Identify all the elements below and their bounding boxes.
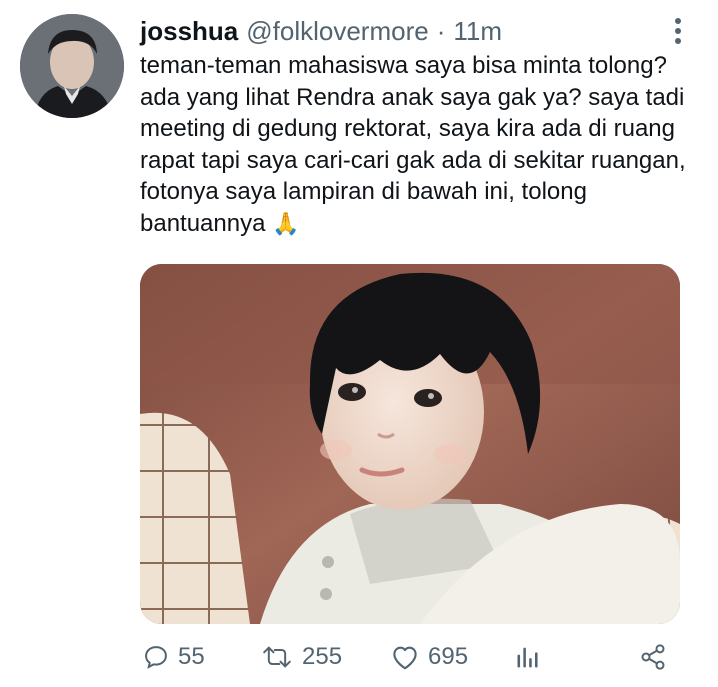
stats-button[interactable] xyxy=(514,640,542,674)
tweet-header: josshua @folklovermore · 11m xyxy=(140,16,502,46)
reply-count: 55 xyxy=(178,643,205,670)
user-handle[interactable]: @folklovermore xyxy=(246,16,428,46)
share-icon xyxy=(641,644,665,670)
retweet-icon xyxy=(263,646,291,668)
display-name[interactable]: josshua xyxy=(140,16,238,46)
avatar[interactable] xyxy=(20,14,124,118)
heart-icon xyxy=(393,646,417,670)
tweet-body: teman-teman mahasiswa saya bisa minta to… xyxy=(140,52,686,237)
tweet-photo[interactable] xyxy=(140,264,680,624)
reply-button[interactable]: 55 xyxy=(142,640,205,674)
tweet[interactable]: josshua @folklovermore · 11m teman-teman… xyxy=(0,0,718,687)
pray-emoji: 🙏 xyxy=(272,210,300,236)
stats-icon xyxy=(517,647,538,668)
more-vertical-icon[interactable] xyxy=(674,18,682,44)
retweet-button[interactable]: 255 xyxy=(260,640,342,674)
tweet-actions: 55 255 695 xyxy=(140,640,680,674)
tweet-text: teman-teman mahasiswa saya bisa minta to… xyxy=(140,50,700,239)
like-button[interactable]: 695 xyxy=(390,640,468,674)
share-button[interactable] xyxy=(638,640,668,674)
like-count: 695 xyxy=(428,643,469,670)
reply-icon xyxy=(145,646,167,669)
separator-dot: · xyxy=(436,16,446,46)
retweet-count: 255 xyxy=(302,643,343,670)
timestamp[interactable]: 11m xyxy=(453,16,502,46)
